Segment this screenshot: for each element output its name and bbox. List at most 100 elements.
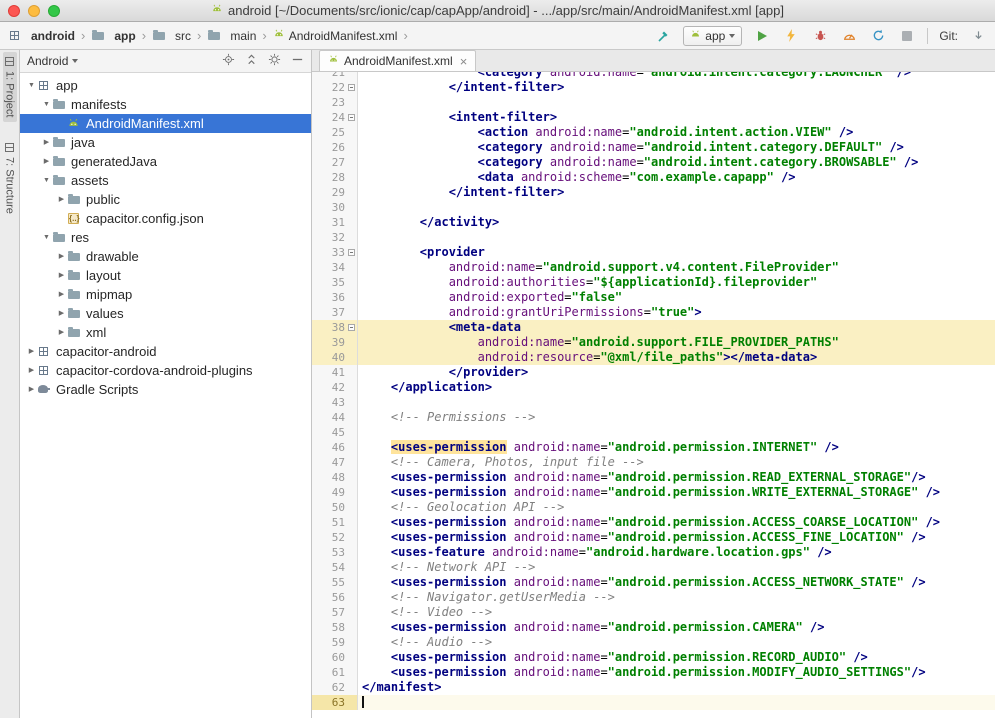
code-line[interactable]: <!-- Network API --> <box>358 560 995 575</box>
code-line[interactable]: <uses-permission android:name="android.p… <box>358 440 995 455</box>
chevron-down-icon[interactable]: ▼ <box>26 82 37 89</box>
code-line[interactable]: android:name="android.support.v4.content… <box>358 260 995 275</box>
gear-icon[interactable] <box>268 53 281 69</box>
tree-item-drawable[interactable]: ▶drawable <box>20 247 311 266</box>
code-line[interactable]: <category android:name="android.intent.c… <box>358 72 995 80</box>
code-line[interactable]: <action android:name="android.intent.act… <box>358 125 995 140</box>
code-line[interactable]: <provider <box>358 245 995 260</box>
code-line[interactable]: <!-- Video --> <box>358 605 995 620</box>
chevron-right-icon[interactable]: ▶ <box>26 348 37 355</box>
code-line[interactable]: android:exported="false" <box>358 290 995 305</box>
code-line[interactable]: <category android:name="android.intent.c… <box>358 155 995 170</box>
code-line[interactable]: <uses-permission android:name="android.p… <box>358 665 995 680</box>
code-line[interactable]: </intent-filter> <box>358 185 995 200</box>
chevron-down-icon[interactable]: ▼ <box>41 101 52 108</box>
code-line[interactable] <box>358 695 995 710</box>
code-line[interactable]: <meta-data <box>358 320 995 335</box>
tool-stripe-structure-button[interactable]: 7: Structure <box>3 138 17 219</box>
git-update-icon[interactable] <box>969 26 987 46</box>
tree-item-gradle-scripts[interactable]: ▶Gradle Scripts <box>20 380 311 399</box>
tree-item-values[interactable]: ▶values <box>20 304 311 323</box>
chevron-right-icon[interactable]: ▶ <box>41 139 52 146</box>
chevron-right-icon[interactable]: ▶ <box>56 310 67 317</box>
hide-tool-window-icon[interactable] <box>291 53 304 69</box>
code-line[interactable]: </application> <box>358 380 995 395</box>
code-line[interactable]: <!-- Navigator.getUserMedia --> <box>358 590 995 605</box>
tree-item-manifests[interactable]: ▼manifests <box>20 95 311 114</box>
chevron-right-icon[interactable]: ▶ <box>56 291 67 298</box>
code-line[interactable]: <!-- Camera, Photos, input file --> <box>358 455 995 470</box>
breadcrumb-item-android[interactable]: android <box>8 29 75 43</box>
code-line[interactable]: <!-- Geolocation API --> <box>358 500 995 515</box>
code-line[interactable]: <!-- Audio --> <box>358 635 995 650</box>
tree-item-generatedjava[interactable]: ▶generatedJava <box>20 152 311 171</box>
stop-icon[interactable] <box>898 26 916 46</box>
chevron-right-icon[interactable]: ▶ <box>56 272 67 279</box>
code-line[interactable]: <uses-feature android:name="android.hard… <box>358 545 995 560</box>
code-line[interactable]: <uses-permission android:name="android.p… <box>358 485 995 500</box>
code-editor[interactable]: 21 <category android:name="android.inten… <box>312 72 995 718</box>
apply-changes-icon[interactable] <box>782 26 800 46</box>
fold-marker-icon[interactable] <box>348 84 355 91</box>
tree-item-capacitor-cordova-android-plugins[interactable]: ▶capacitor-cordova-android-plugins <box>20 361 311 380</box>
code-line[interactable]: <uses-permission android:name="android.p… <box>358 515 995 530</box>
breadcrumb-item-src[interactable]: src <box>152 29 191 43</box>
code-line[interactable] <box>358 395 995 410</box>
collapse-all-icon[interactable] <box>245 53 258 69</box>
fold-marker-icon[interactable] <box>348 114 355 121</box>
code-line[interactable]: <intent-filter> <box>358 110 995 125</box>
breadcrumb-item-manifest[interactable]: AndroidManifest.xml <box>273 28 398 43</box>
build-hammer-icon[interactable] <box>654 26 672 46</box>
code-line[interactable]: <uses-permission android:name="android.p… <box>358 620 995 635</box>
tab-androidmanifest[interactable]: AndroidManifest.xml × <box>319 50 476 71</box>
tree-item-capacitor-android[interactable]: ▶capacitor-android <box>20 342 311 361</box>
zoom-button[interactable] <box>48 5 60 17</box>
code-line[interactable]: android:grantUriPermissions="true"> <box>358 305 995 320</box>
chevron-right-icon[interactable]: ▶ <box>56 329 67 336</box>
breadcrumb-item-app[interactable]: app <box>91 29 135 43</box>
minimize-button[interactable] <box>28 5 40 17</box>
code-line[interactable]: </activity> <box>358 215 995 230</box>
code-line[interactable]: </provider> <box>358 365 995 380</box>
code-line[interactable]: </manifest> <box>358 680 995 695</box>
tree-item-androidmanifest-xml[interactable]: AndroidManifest.xml <box>20 114 311 133</box>
fold-marker-icon[interactable] <box>348 324 355 331</box>
tree-item-xml[interactable]: ▶xml <box>20 323 311 342</box>
code-line[interactable]: android:authorities="${applicationId}.fi… <box>358 275 995 290</box>
tree-item-res[interactable]: ▼res <box>20 228 311 247</box>
code-line[interactable]: android:resource="@xml/file_paths"></met… <box>358 350 995 365</box>
close-icon[interactable]: × <box>458 55 468 68</box>
tree-item-capacitor-config-json[interactable]: {..}capacitor.config.json <box>20 209 311 228</box>
code-line[interactable]: <uses-permission android:name="android.p… <box>358 470 995 485</box>
tree-item-java[interactable]: ▶java <box>20 133 311 152</box>
tree-item-mipmap[interactable]: ▶mipmap <box>20 285 311 304</box>
code-line[interactable]: <data android:scheme="com.example.capapp… <box>358 170 995 185</box>
code-line[interactable] <box>358 200 995 215</box>
profiler-icon[interactable] <box>840 26 858 46</box>
fold-marker-icon[interactable] <box>348 249 355 256</box>
attach-debugger-icon[interactable] <box>869 26 887 46</box>
tree-item-public[interactable]: ▶public <box>20 190 311 209</box>
chevron-right-icon[interactable]: ▶ <box>26 367 37 374</box>
chevron-right-icon[interactable]: ▶ <box>41 158 52 165</box>
tree-item-assets[interactable]: ▼assets <box>20 171 311 190</box>
select-opened-file-icon[interactable] <box>222 53 235 69</box>
code-line[interactable]: <uses-permission android:name="android.p… <box>358 650 995 665</box>
debug-bug-icon[interactable] <box>811 26 829 46</box>
run-button[interactable] <box>753 26 771 46</box>
chevron-down-icon[interactable]: ▼ <box>41 177 52 184</box>
chevron-right-icon[interactable]: ▶ <box>26 386 37 393</box>
code-line[interactable]: <!-- Permissions --> <box>358 410 995 425</box>
tree-item-app[interactable]: ▼app <box>20 76 311 95</box>
project-view-select[interactable]: Android <box>27 54 78 68</box>
code-line[interactable]: android:name="android.support.FILE_PROVI… <box>358 335 995 350</box>
code-line[interactable] <box>358 95 995 110</box>
chevron-right-icon[interactable]: ▶ <box>56 253 67 260</box>
code-line[interactable]: <uses-permission android:name="android.p… <box>358 575 995 590</box>
chevron-down-icon[interactable]: ▼ <box>41 234 52 241</box>
close-button[interactable] <box>8 5 20 17</box>
tool-stripe-project-button[interactable]: 1: Project <box>3 52 17 122</box>
code-line[interactable] <box>358 230 995 245</box>
code-line[interactable]: <uses-permission android:name="android.p… <box>358 530 995 545</box>
chevron-right-icon[interactable]: ▶ <box>56 196 67 203</box>
